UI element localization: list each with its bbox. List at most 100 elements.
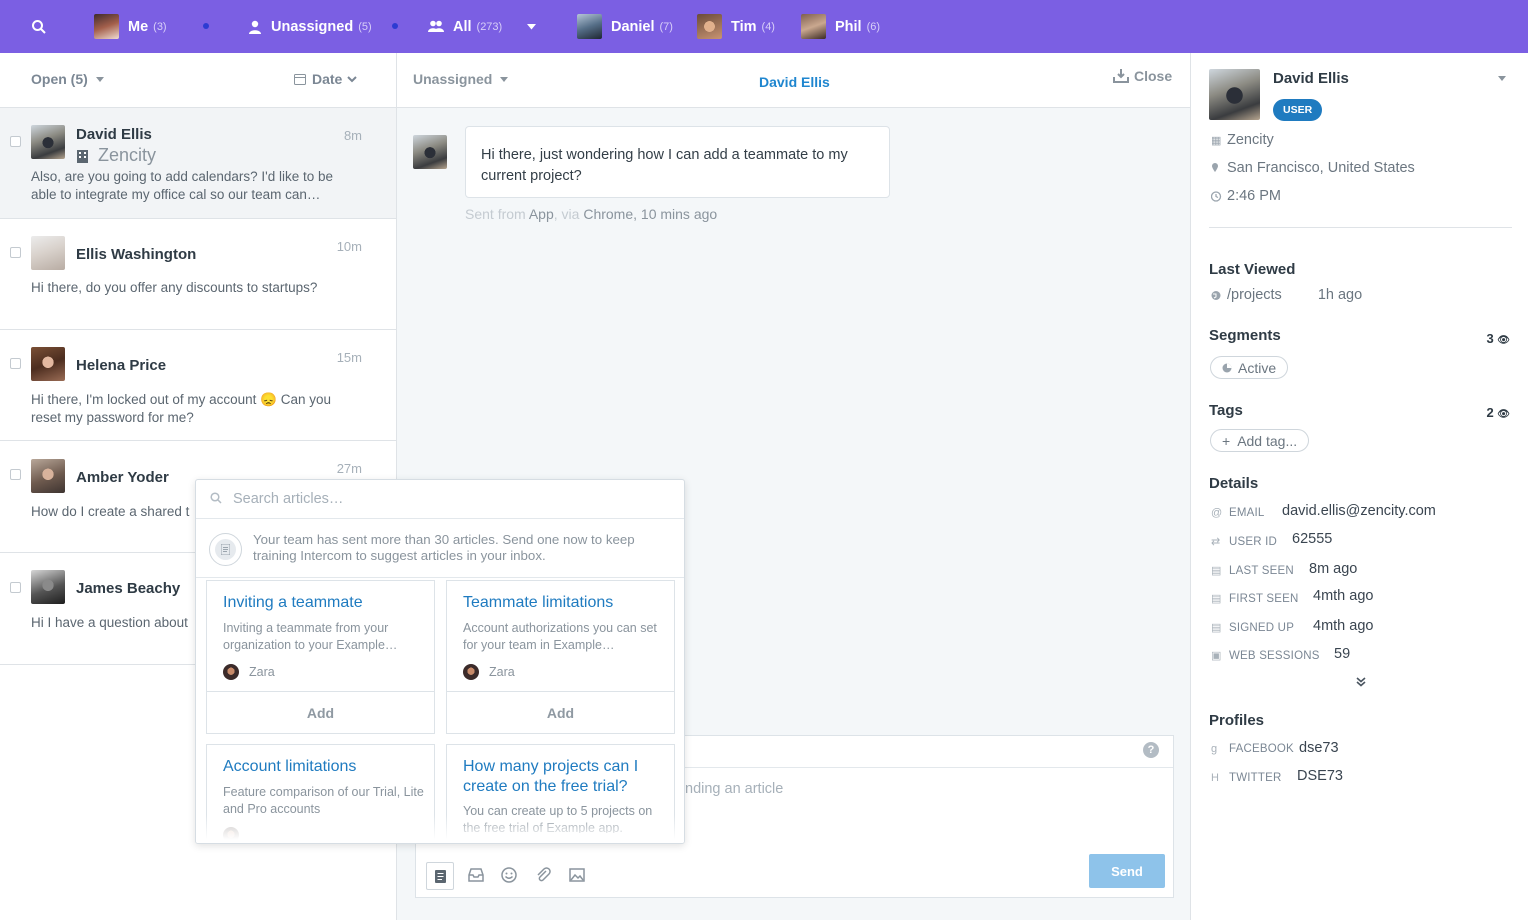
emoji-button[interactable]: [501, 867, 517, 888]
author-name: Zara: [249, 665, 275, 679]
detail-value-last-seen: 8m ago: [1309, 561, 1358, 577]
article-title: Inviting a teammate: [223, 594, 363, 611]
send-button[interactable]: Send: [1089, 854, 1165, 888]
add-article-button[interactable]: Add: [206, 691, 435, 734]
twitter-icon: H: [1211, 772, 1220, 784]
count: 3: [1486, 331, 1494, 346]
conversation-item[interactable]: Ellis Washington 10m Hi there, do you of…: [0, 219, 396, 330]
select-checkbox[interactable]: [10, 469, 21, 480]
last-viewed-row: /projects 1h ago: [1211, 287, 1362, 303]
add-tag-button[interactable]: + Add tag...: [1210, 429, 1310, 452]
teammate-name: Phil: [835, 18, 862, 35]
tags-heading: Tags: [1209, 402, 1243, 419]
article-card[interactable]: Inviting a teammate Inviting a teammate …: [206, 580, 435, 692]
inbox-all[interactable]: All (273): [428, 0, 502, 53]
inbox-teammate-daniel[interactable]: Daniel (7): [577, 0, 673, 53]
user-name: David Ellis: [1273, 70, 1349, 87]
calendar-icon: ▤: [1211, 565, 1222, 577]
last-viewed-page[interactable]: /projects: [1227, 287, 1282, 303]
sort-dropdown[interactable]: Date: [294, 71, 358, 87]
message-text: Hi there, just wondering how I can add a…: [481, 147, 848, 184]
conversation-title[interactable]: David Ellis: [759, 74, 830, 90]
profile-label-twitter: H TWITTER: [1211, 772, 1282, 784]
top-navigation-bar: Me (3) Unassigned (5) All (273) Daniel (…: [0, 0, 1528, 53]
select-checkbox[interactable]: [10, 582, 21, 593]
divider: [1209, 227, 1512, 228]
pie-icon: [1222, 363, 1232, 372]
inbox-teammate-phil[interactable]: Phil (6): [801, 0, 880, 53]
avatar: [463, 664, 479, 680]
last-viewed-heading: Last Viewed: [1209, 261, 1296, 278]
contact-name: James Beachy: [76, 580, 181, 597]
inbox-unassigned[interactable]: Unassigned (5): [248, 0, 372, 53]
user-icon: [249, 20, 261, 34]
meta-app: App: [528, 206, 554, 222]
attach-file-button[interactable]: [535, 867, 551, 888]
article-title: Account limitations: [223, 758, 357, 775]
article-search-input[interactable]: Search articles…: [233, 491, 343, 507]
label-text: FIRST SEEN: [1229, 593, 1299, 605]
unread-dot: [392, 23, 398, 29]
insert-article-button[interactable]: [426, 862, 454, 890]
inbox-unassigned-count: (5): [358, 20, 372, 33]
avatar: [31, 125, 65, 159]
caret-down-icon[interactable]: [1498, 76, 1506, 81]
tags-count[interactable]: 2 👁: [1486, 405, 1510, 420]
chevron-down-icon: [347, 75, 358, 82]
assignee-label: Unassigned: [413, 71, 493, 87]
scroll-fade: [196, 815, 684, 843]
label-text: SIGNED UP: [1229, 622, 1295, 634]
avatar: [223, 664, 239, 680]
select-checkbox[interactable]: [10, 136, 21, 147]
composer-input[interactable]: nding an article: [685, 781, 783, 797]
profiles-heading: Profiles: [1209, 712, 1265, 729]
assignee-dropdown[interactable]: Unassigned: [413, 71, 509, 87]
contact-name: Amber Yoder: [76, 469, 169, 486]
select-checkbox[interactable]: [10, 358, 21, 369]
search-button[interactable]: [31, 0, 47, 53]
meta-via: , via: [553, 206, 580, 222]
inbox-me[interactable]: Me (3): [94, 0, 167, 53]
profile-value-facebook[interactable]: dse73: [1299, 740, 1339, 756]
add-article-button[interactable]: Add: [446, 691, 675, 734]
company-info: ▦ Zencity: [1211, 132, 1274, 148]
building-icon: [77, 149, 88, 163]
select-checkbox[interactable]: [10, 247, 21, 258]
help-icon[interactable]: ?: [1143, 742, 1159, 758]
company-name: Zencity: [1227, 132, 1274, 148]
calendar-icon: ▤: [1211, 622, 1222, 634]
teammate-count: (4): [761, 20, 775, 33]
conversation-item[interactable]: David Ellis Zencity 8m Also, are you goi…: [0, 108, 396, 219]
location-text: San Francisco, United States: [1227, 160, 1415, 176]
divider: [196, 577, 684, 578]
detail-value-first-seen: 4mth ago: [1313, 588, 1374, 604]
profile-value-twitter[interactable]: DSE73: [1297, 768, 1343, 784]
avatar: [697, 14, 722, 39]
user-type-badge: USER: [1273, 99, 1323, 121]
inbox-dropdown-toggle[interactable]: [527, 0, 536, 53]
article-card[interactable]: Teammate limitations Account authorizati…: [446, 580, 675, 692]
label-text: TWITTER: [1229, 772, 1282, 784]
close-conversation-button[interactable]: Close: [1113, 68, 1172, 84]
detail-value-web-sessions: 59: [1334, 646, 1351, 662]
segments-heading: Segments: [1209, 327, 1281, 344]
calendar-icon: [294, 74, 306, 85]
add-tag-label: Add tag...: [1237, 432, 1298, 449]
article-description: Account authorizations you can set for y…: [463, 621, 657, 652]
users-icon: [428, 20, 444, 32]
segments-count[interactable]: 3 👁: [1486, 331, 1510, 346]
unread-dot: [203, 23, 209, 29]
inbox-teammate-tim[interactable]: Tim (4): [697, 0, 775, 53]
expand-details-icon[interactable]: [1356, 677, 1366, 687]
status-filter-dropdown[interactable]: Open (5): [31, 71, 104, 87]
conversation-item[interactable]: Helena Price 15m Hi there, I'm locked ou…: [0, 330, 396, 441]
count: 2: [1486, 405, 1494, 420]
location-pin-icon: [1212, 162, 1218, 172]
saved-reply-button[interactable]: [468, 868, 484, 887]
segment-pill-active[interactable]: Active: [1210, 356, 1289, 379]
meta-time: , 10 mins ago: [633, 206, 718, 222]
insert-image-button[interactable]: [569, 868, 585, 887]
inbox-me-count: (3): [153, 20, 167, 33]
inbox-all-label: All: [453, 18, 472, 35]
building-icon: ▦: [1211, 134, 1222, 147]
